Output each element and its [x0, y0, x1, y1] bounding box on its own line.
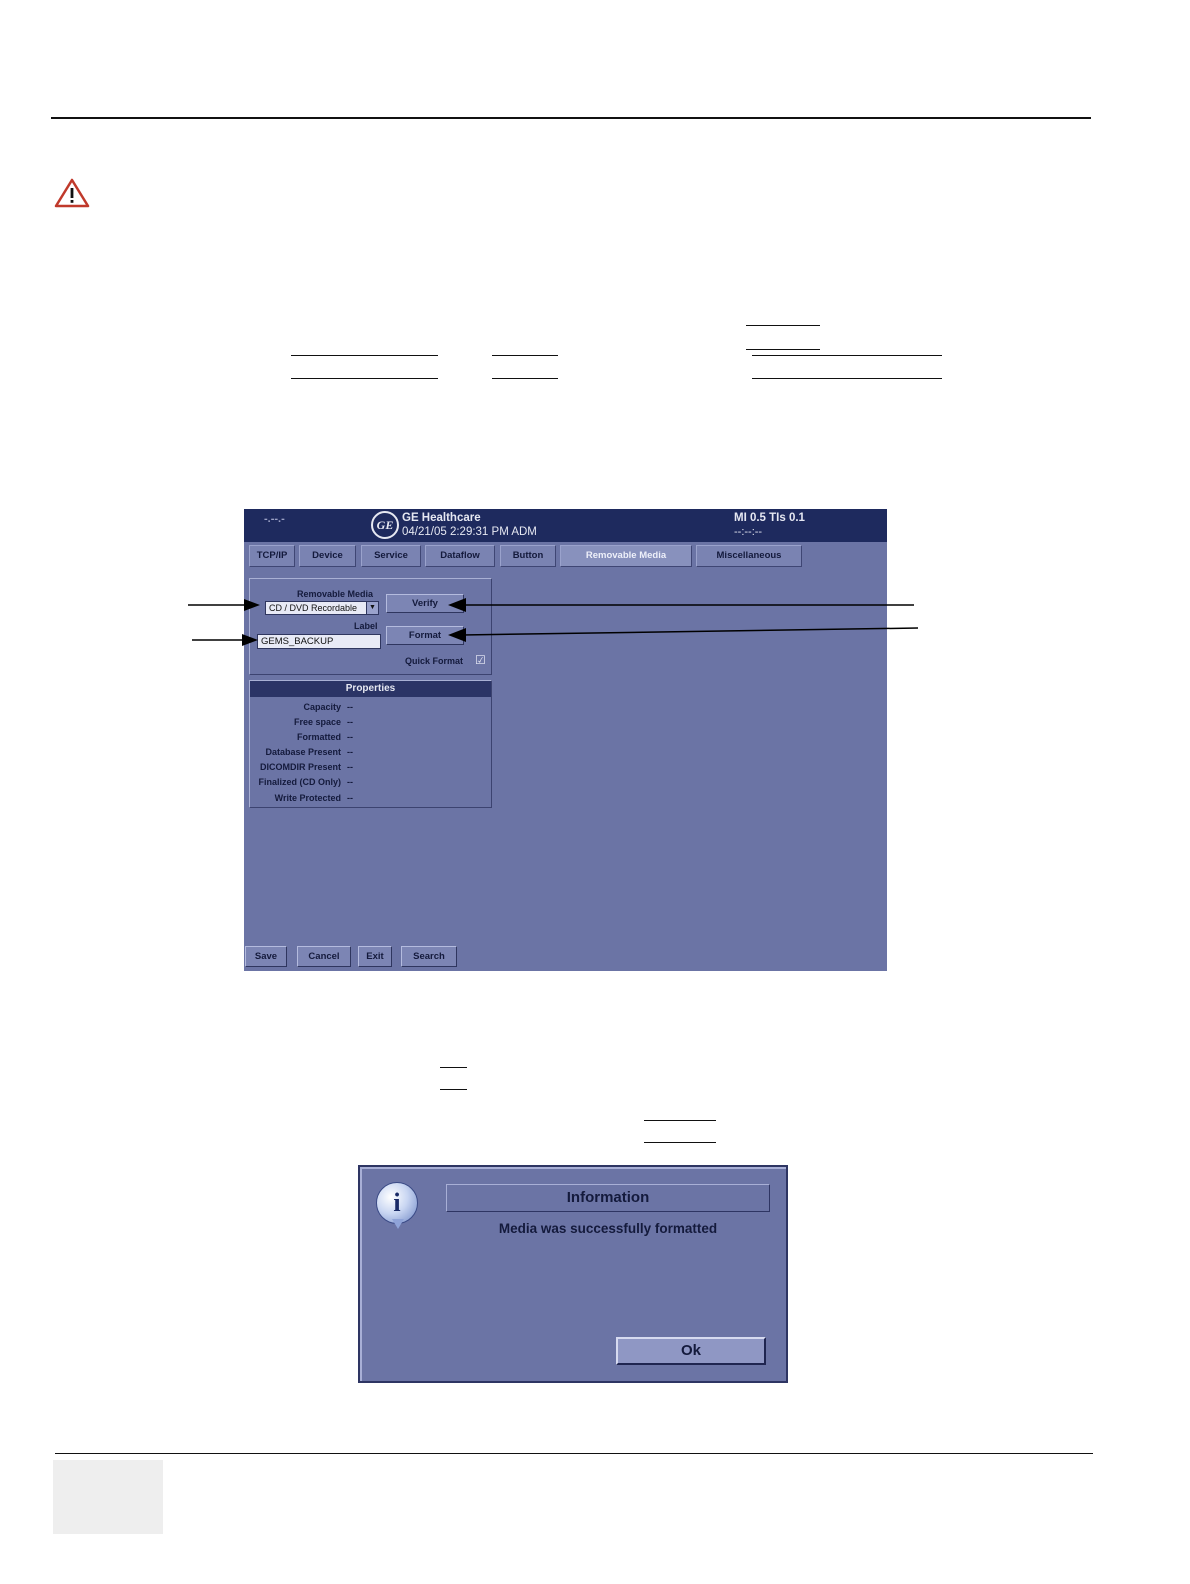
tab-removable-media[interactable]: Removable Media	[560, 545, 692, 567]
property-value: --	[347, 732, 353, 742]
save-button[interactable]: Save	[245, 946, 287, 967]
callout-arrow-label-input	[192, 632, 258, 648]
quick-format-label: Quick Format	[405, 656, 464, 666]
dialog-message: Media was successfully formatted	[498, 1221, 718, 1236]
brand-name: GE Healthcare	[402, 512, 481, 524]
property-value: --	[347, 777, 353, 787]
property-row: Capacity --	[250, 701, 491, 715]
underline-mark	[440, 1067, 467, 1068]
properties-panel: Properties Capacity -- Free space -- For…	[249, 680, 492, 808]
dialog-title: Information	[446, 1184, 770, 1212]
top-status-bar: -.--.- GE GE Healthcare 04/21/05 2:29:31…	[244, 509, 887, 542]
ok-button[interactable]: Ok	[616, 1337, 766, 1365]
callout-arrow-media-select	[188, 597, 260, 613]
underline-mark	[440, 1089, 467, 1090]
warning-icon	[54, 178, 90, 208]
header-rule	[51, 117, 1091, 119]
info-icon-tail	[392, 1219, 404, 1229]
probe-indicator: -.--.-	[264, 513, 285, 525]
underline-mark	[752, 378, 942, 379]
date-time: 04/21/05 2:29:31 PM ADM	[402, 526, 537, 538]
underline-mark	[291, 378, 438, 379]
media-type-value: CD / DVD Recordable	[269, 603, 358, 613]
underline-mark	[752, 355, 942, 356]
underline-mark	[644, 1142, 716, 1143]
property-label: Capacity	[303, 702, 341, 712]
underline-mark	[746, 325, 820, 326]
footer-rule	[55, 1453, 1093, 1454]
exit-button[interactable]: Exit	[358, 946, 392, 967]
property-label: Database Present	[265, 747, 341, 757]
ge-logo-icon: GE	[371, 511, 399, 539]
underline-mark	[492, 378, 558, 379]
tab-service[interactable]: Service	[361, 545, 421, 567]
tab-miscellaneous[interactable]: Miscellaneous	[696, 545, 802, 567]
callout-arrow-format	[448, 626, 919, 644]
property-label: Free space	[293, 717, 341, 727]
information-dialog: i Information Media was successfully for…	[358, 1165, 788, 1383]
search-button[interactable]: Search	[401, 946, 457, 967]
property-row: Write Protected --	[250, 792, 491, 806]
chevron-down-icon[interactable]: ▼	[366, 602, 378, 614]
property-label: Formatted	[296, 732, 341, 742]
removable-media-label: Removable Media	[297, 589, 374, 599]
footer-page-box	[53, 1460, 163, 1534]
status-readout: --:--:--	[734, 526, 763, 538]
label-input[interactable]: GEMS_BACKUP	[257, 634, 381, 649]
removable-media-screen: -.--.- GE GE Healthcare 04/21/05 2:29:31…	[244, 509, 887, 971]
tab-dataflow[interactable]: Dataflow	[425, 545, 495, 567]
mi-tis-readout: MI 0.5 TIs 0.1	[734, 512, 805, 524]
property-row: Free space --	[250, 716, 491, 730]
property-value: --	[347, 702, 353, 712]
callout-arrow-verify	[448, 596, 914, 614]
property-label: Finalized (CD Only)	[258, 777, 341, 787]
property-row: Database Present --	[250, 746, 491, 760]
media-type-select[interactable]: CD / DVD Recordable ▼	[265, 601, 379, 615]
quick-format-checkbox[interactable]: ☑	[475, 653, 486, 667]
property-label: Write Protected	[274, 793, 341, 803]
property-value: --	[347, 793, 353, 803]
property-row: Formatted --	[250, 731, 491, 745]
info-icon: i	[376, 1182, 418, 1224]
underline-mark	[644, 1120, 716, 1121]
properties-header: Properties	[250, 681, 491, 697]
tab-button[interactable]: Button	[500, 545, 556, 567]
tab-tcpip[interactable]: TCP/IP	[249, 545, 295, 567]
label-heading: Label	[354, 621, 378, 631]
underline-mark	[492, 355, 558, 356]
property-row: Finalized (CD Only) --	[250, 776, 491, 790]
underline-mark	[291, 355, 438, 356]
property-value: --	[347, 762, 353, 772]
property-value: --	[347, 717, 353, 727]
tab-device[interactable]: Device	[299, 545, 356, 567]
property-value: --	[347, 747, 353, 757]
property-label: DICOMDIR Present	[259, 762, 341, 772]
property-row: DICOMDIR Present --	[250, 761, 491, 775]
underline-mark	[746, 349, 820, 350]
cancel-button[interactable]: Cancel	[297, 946, 351, 967]
